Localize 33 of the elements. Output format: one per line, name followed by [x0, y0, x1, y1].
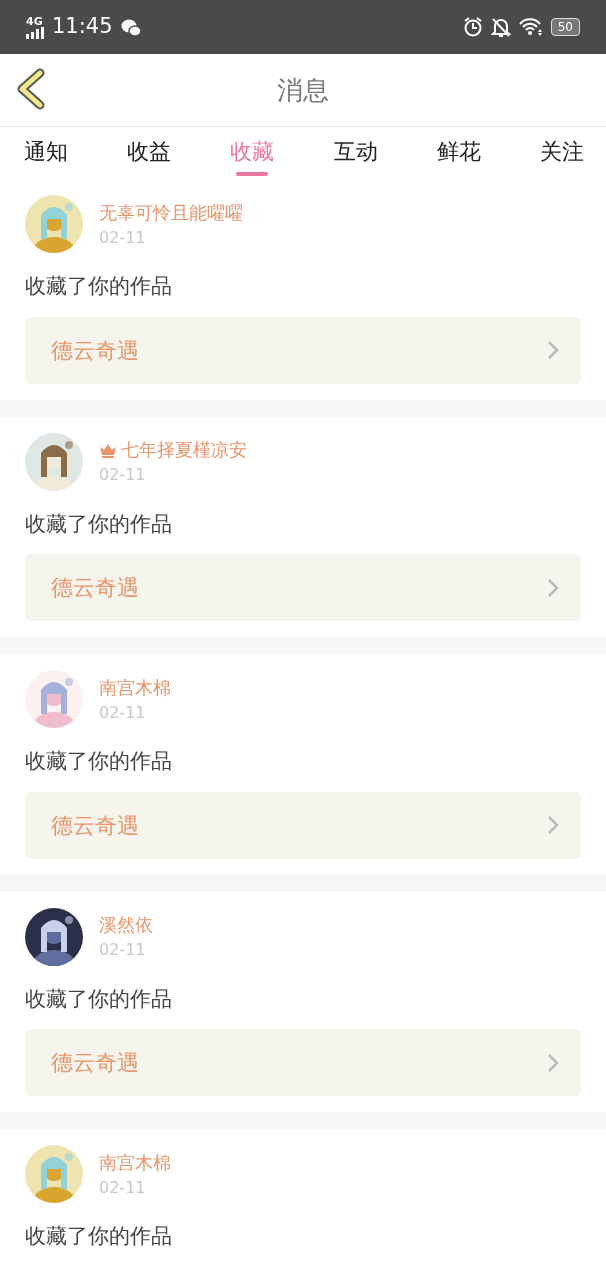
chevron-right-icon — [547, 815, 559, 835]
battery-icon: 50 — [550, 18, 580, 36]
work-link[interactable]: 德云奇遇 — [25, 791, 581, 859]
message-text: 收藏了你的作品 — [25, 985, 173, 1013]
signal-icon — [26, 26, 44, 39]
message-text: 收藏了你的作品 — [25, 1223, 173, 1250]
tab[interactable]: 通知 — [22, 128, 70, 178]
chat-icon — [120, 17, 141, 37]
network-label: 4G — [26, 15, 43, 27]
page-title: 消息 — [277, 73, 329, 107]
tab[interactable]: 鲜花 — [434, 128, 483, 178]
work-link[interactable]: 德云奇遇 — [25, 554, 581, 621]
user-name[interactable]: 无辜可怜且能嚁嚁 — [99, 198, 243, 226]
tab[interactable]: 收益 — [125, 128, 174, 178]
chevron-right-icon — [547, 1052, 559, 1073]
message-text: 收藏了你的作品 — [25, 273, 173, 300]
tab[interactable]: 互动 — [331, 128, 380, 178]
wifi-icon — [518, 18, 543, 36]
muted-bell-icon — [490, 16, 511, 38]
user-name[interactable]: 溪然依 — [99, 911, 153, 938]
message-text: 收藏了你的作品 — [25, 510, 173, 538]
alarm-icon — [462, 17, 483, 37]
chevron-right-icon — [547, 577, 559, 598]
work-link[interactable]: 德云奇遇 — [25, 1029, 581, 1096]
user-name[interactable]: 南宫木棉 — [99, 673, 171, 701]
status-time: 11:45 — [52, 13, 113, 41]
user-name[interactable]: 七年择夏槿凉安 — [121, 436, 247, 463]
tab[interactable]: 收藏 — [228, 128, 277, 178]
tab[interactable]: 关注 — [537, 128, 586, 178]
message-text: 收藏了你的作品 — [25, 748, 173, 775]
user-name[interactable]: 南宫木棉 — [99, 1148, 171, 1176]
chevron-right-icon — [547, 340, 559, 360]
work-link[interactable]: 德云奇遇 — [25, 316, 581, 384]
